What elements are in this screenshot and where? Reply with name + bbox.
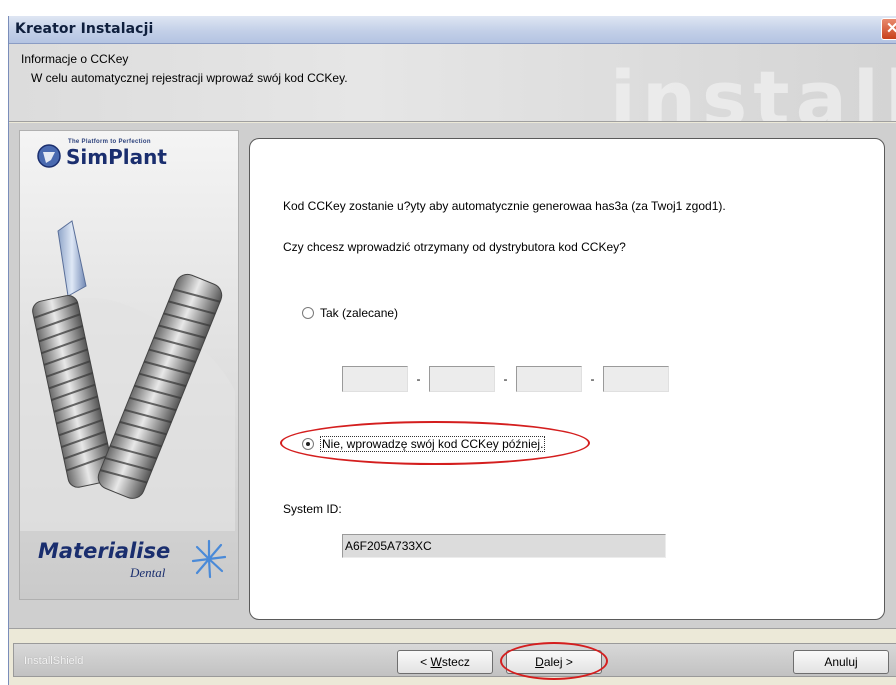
key-separator: - [590,372,595,386]
cckey-field-1[interactable] [342,366,408,392]
wizard-header: install Informacje o CCKey W celu automa… [9,44,896,122]
radio-button-yes[interactable] [302,307,314,319]
cckey-input-group: - - - [342,366,669,392]
question-text: Czy chcesz wprowadzić otrzymany od dystr… [283,240,626,254]
back-button[interactable]: < Wstecz [397,650,493,674]
back-button-label: stecz [441,655,470,669]
key-separator: - [503,372,508,386]
installer-window: Kreator Instalacji ✕ install Informacje … [8,16,896,685]
product-logo: SimPlant [66,145,167,169]
close-button[interactable]: ✕ [881,18,896,40]
key-separator: - [416,372,421,386]
cancel-button[interactable]: Anuluj [793,650,889,674]
back-button-mnemonic: W [430,655,442,669]
next-button-label: alej > [543,655,573,669]
cckey-field-3[interactable] [516,366,582,392]
radio-option-yes[interactable]: Tak (zalecane) [302,306,398,320]
page-title: Informacje o CCKey [21,52,129,66]
maker-sublogo: Dental [130,565,166,580]
button-strip: InstallShield < Wstecz Dalej > Anuluj [13,642,896,680]
title-bar[interactable]: Kreator Instalacji ✕ [9,16,896,44]
simplant-logo-icon [37,144,61,168]
system-id-field: A6F205A733XC [342,534,666,558]
radio-label-yes: Tak (zalecane) [320,306,399,320]
next-button-mnemonic: D [535,655,544,669]
next-button[interactable]: Dalej > [506,650,602,674]
system-id-label: System ID: [283,502,342,516]
starburst-icon [192,539,226,579]
window-title: Kreator Instalacji [15,21,154,37]
branding-panel: The Platform to Perfection SimPlant Mate… [19,130,239,600]
maker-logo: Materialise [38,539,171,563]
installshield-label: InstallShield [24,655,84,667]
radio-button-no[interactable] [302,438,314,450]
close-icon: ✕ [886,20,896,37]
header-watermark: install [609,54,896,122]
page-subtitle: W celu automatycznej rejestracji wprowaź… [31,71,348,85]
button-bar: InstallShield < Wstecz Dalej > Anuluj [9,628,896,685]
cckey-field-2[interactable] [429,366,495,392]
radio-label-no: Nie, wprowadzę swój kod CCKey później. [320,436,546,452]
content-panel: Kod CCKey zostanie u?yty aby automatyczn… [249,138,885,620]
back-button-prefix: < [420,655,431,669]
info-text: Kod CCKey zostanie u?yty aby automatyczn… [283,199,726,213]
cckey-field-4[interactable] [603,366,669,392]
radio-option-no[interactable]: Nie, wprowadzę swój kod CCKey później. [302,436,546,452]
dental-implant-image [20,220,235,531]
